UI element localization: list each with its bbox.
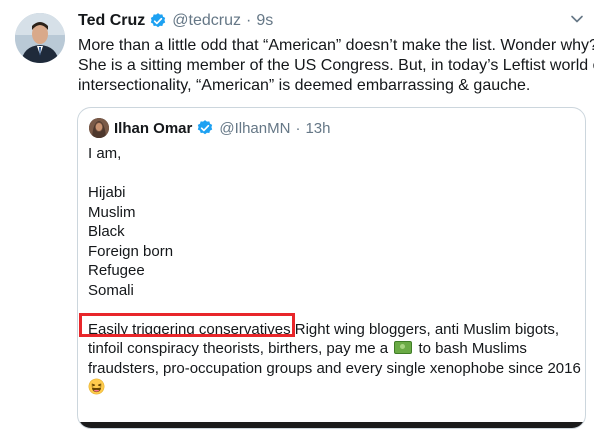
person-avatar-icon — [15, 13, 65, 63]
identity-item: Refugee — [88, 262, 145, 279]
quoted-timestamp[interactable]: 13h — [305, 120, 330, 137]
quoted-text-line: fraudsters, pro-occupation groups and ev… — [88, 359, 581, 377]
quoted-avatar[interactable] — [89, 118, 109, 138]
quoted-intro: I am, — [88, 145, 122, 162]
tweet-timestamp[interactable]: 9s — [256, 12, 273, 30]
author-handle[interactable]: @tedcruz — [172, 12, 241, 30]
quoted-text-fragment: to bash Muslims — [414, 340, 527, 357]
identity-item: Black — [88, 223, 125, 240]
quoted-text-fragment: Right wing bloggers, anti Muslim bigots, — [290, 320, 560, 338]
quoted-text-line — [88, 378, 578, 398]
tweet-text-line: She is a sitting member of the US Congre… — [78, 57, 594, 74]
tweet-text: More than a little odd that “American” d… — [78, 36, 594, 96]
quoted-author-handle[interactable]: @IlhanMN — [219, 120, 290, 137]
tweet-text-line: More than a little odd that “American” d… — [78, 37, 594, 54]
verified-badge-icon — [198, 120, 213, 135]
identity-item: Hijabi — [88, 184, 126, 201]
quoted-author-name[interactable]: Ilhan Omar — [114, 120, 192, 137]
quoted-media-preview[interactable] — [78, 422, 585, 428]
verified-badge-icon — [151, 13, 166, 28]
dollar-banknote-icon — [394, 341, 413, 354]
person-avatar-icon — [89, 118, 109, 138]
tweet-header: Ted Cruz @tedcruz · 9s — [78, 10, 273, 32]
highlight-box — [79, 313, 295, 337]
laughing-face-icon — [88, 378, 105, 395]
author-name[interactable]: Ted Cruz — [78, 12, 145, 30]
chevron-down-icon[interactable] — [570, 12, 584, 26]
avatar[interactable] — [15, 13, 65, 63]
identity-item: Muslim — [88, 203, 136, 221]
identity-item: Foreign born — [88, 242, 174, 260]
quoted-text-fragment: tinfoil conspiracy theorists, birthers, … — [88, 340, 389, 357]
identity-item: Somali — [88, 281, 134, 299]
dot-separator: · — [245, 12, 252, 29]
tweet-text-line: intersectionality, “American” is deemed … — [78, 77, 531, 94]
dot-separator: · — [295, 119, 301, 137]
quoted-header: Ilhan Omar @IlhanMN · 13h — [114, 117, 330, 139]
quoted-text-line: tinfoil conspiracy theorists, birthers, … — [88, 339, 578, 359]
quoted-tweet[interactable]: Ilhan Omar @IlhanMN · 13h I am, Hijabi M… — [77, 107, 586, 429]
quoted-tweet-text: I am, Hijabi Muslim Black Foreign born R… — [88, 144, 581, 398]
